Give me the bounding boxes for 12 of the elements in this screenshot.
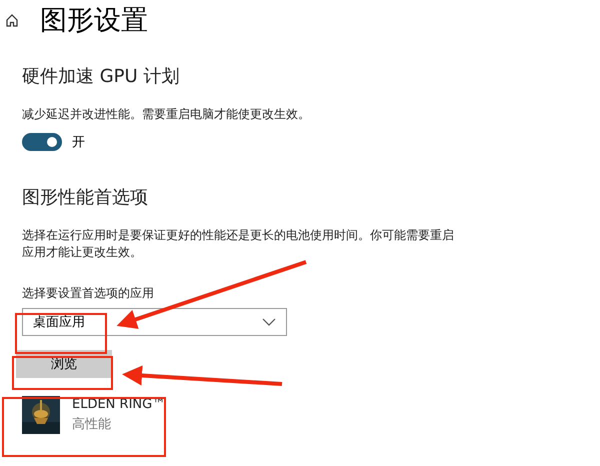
toggle-switch[interactable]	[22, 133, 62, 151]
app-setting: 高性能	[72, 416, 112, 433]
section-description: 减少延迟并改进性能。需要重启电脑才能使更改生效。	[22, 106, 311, 123]
dropdown-label: 选择要设置首选项的应用	[22, 285, 155, 302]
app-type-dropdown[interactable]: 桌面应用	[22, 308, 287, 336]
toggle-label: 开	[72, 134, 85, 151]
chevron-down-icon	[262, 318, 276, 326]
home-icon[interactable]	[6, 14, 18, 26]
section-heading: 硬件加速 GPU 计划	[22, 65, 180, 88]
section-description: 选择在运行应用时是要保证更好的性能还是更长的电池使用时间。你可能需要重启应用才能让更改生效。	[22, 227, 455, 261]
section-heading: 图形性能首选项	[22, 186, 149, 209]
page-title: 图形设置	[40, 4, 148, 38]
